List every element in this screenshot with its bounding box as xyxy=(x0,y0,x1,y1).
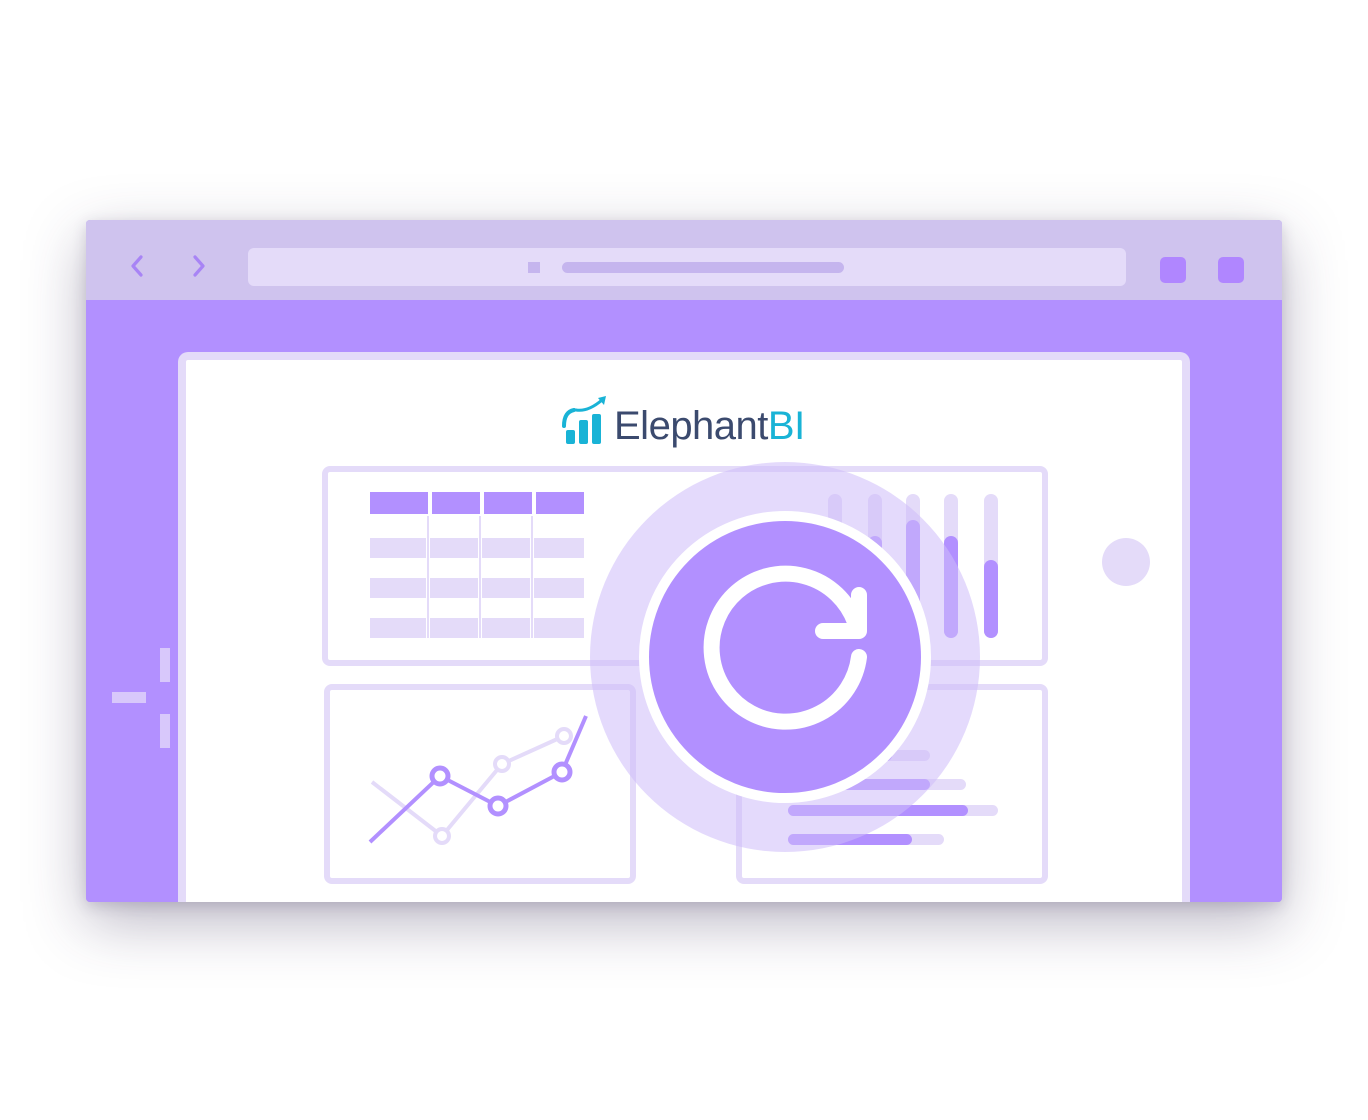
page-content: ElephantBI xyxy=(86,300,1282,902)
browser-toolbar xyxy=(86,220,1282,300)
back-button[interactable] xyxy=(126,254,150,278)
bar-chart-logo-icon xyxy=(562,396,606,444)
chevron-left-icon xyxy=(131,255,143,277)
url-placeholder xyxy=(562,262,844,273)
address-bar[interactable] xyxy=(248,248,1126,286)
dashboard-panel: ElephantBI xyxy=(178,352,1190,902)
browser-window: ElephantBI xyxy=(86,220,1282,902)
line-chart-widget xyxy=(368,715,588,845)
refresh-button[interactable] xyxy=(639,511,931,803)
logo-text: ElephantBI xyxy=(614,404,805,448)
forward-button[interactable] xyxy=(186,254,210,278)
chevron-right-icon xyxy=(193,255,205,277)
line-chart-card xyxy=(324,684,636,884)
refresh-icon xyxy=(703,565,867,730)
window-button-1[interactable] xyxy=(1160,257,1186,283)
elephantbi-logo: ElephantBI xyxy=(562,390,805,446)
window-button-2[interactable] xyxy=(1218,257,1244,283)
circle-decoration xyxy=(1102,538,1150,586)
page-icon xyxy=(528,262,540,273)
